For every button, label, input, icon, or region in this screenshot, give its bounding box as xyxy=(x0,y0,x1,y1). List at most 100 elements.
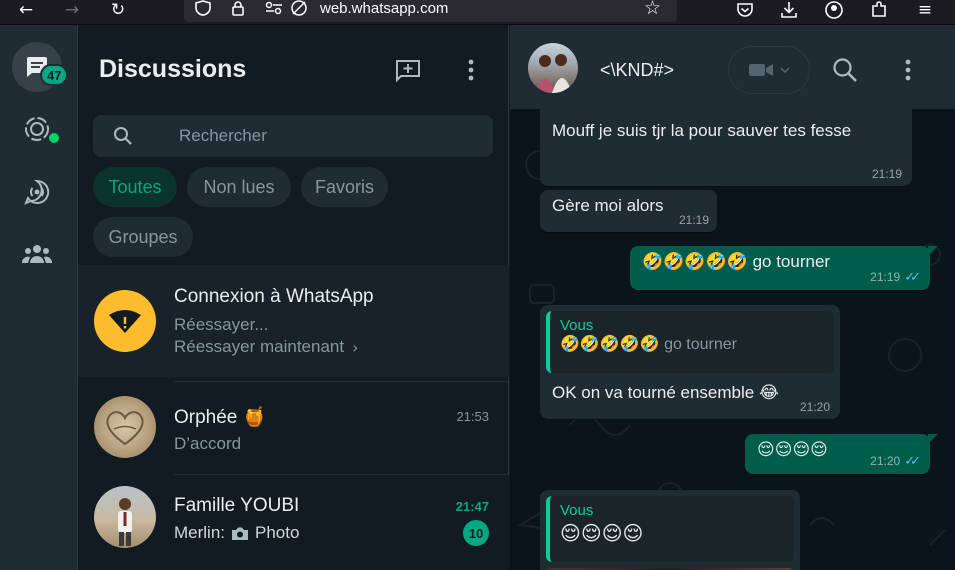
conversation-header[interactable]: <\KND#> xyxy=(510,25,955,109)
retry-link[interactable]: Réessayer maintenant › xyxy=(174,337,359,357)
permissions-icon[interactable] xyxy=(264,0,284,16)
tracking-blocked-icon[interactable] xyxy=(290,0,308,17)
kebab-menu-icon xyxy=(905,59,911,81)
new-status-dot xyxy=(49,133,59,143)
quoted-message[interactable]: Vous 😌😌😌😌 xyxy=(546,496,794,562)
camera-icon xyxy=(232,527,249,540)
extensions-icon[interactable] xyxy=(869,0,889,20)
chat-list-item-orphee[interactable]: Orphée 🍯 21:53 D’accord xyxy=(78,382,509,474)
reload-icon[interactable]: ↻ xyxy=(106,0,130,20)
message-meta: 21:19 xyxy=(678,213,709,227)
connection-title: Connexion à WhatsApp xyxy=(174,286,374,307)
preview-text: Photo xyxy=(255,523,300,542)
heart-sketch-image xyxy=(106,411,144,446)
read-receipt-icon: ✓✓ xyxy=(904,269,921,284)
message-text: go tourner xyxy=(752,252,831,271)
chat-preview: D’accord xyxy=(174,434,242,453)
quoted-emoji: 😌😌😌😌 xyxy=(560,521,644,545)
channels-icon xyxy=(24,179,50,205)
preview-sender: Merlin: xyxy=(174,523,226,542)
bubble-tail xyxy=(928,434,938,444)
message-bubble[interactable]: Gère moi alors 21:19 xyxy=(540,190,717,232)
message-meta: 21:19 xyxy=(871,167,902,181)
browser-toolbar: ← → ↻ web.whatsapp.com ☆ ≡ xyxy=(0,0,955,25)
contact-avatar[interactable] xyxy=(528,43,578,93)
bubble-tail xyxy=(928,246,938,256)
quoted-message[interactable]: Vous 🤣🤣🤣🤣🤣 go tourner xyxy=(546,311,834,373)
contact-name[interactable]: <\KND#> xyxy=(600,60,674,81)
filter-favorites[interactable]: Favoris xyxy=(301,167,388,207)
address-bar[interactable]: web.whatsapp.com ☆ xyxy=(184,0,677,22)
chat-list-item-famille-youbi[interactable]: Famille YOUBI 21:47 Merlin: Photo 10 xyxy=(78,475,509,570)
message-text: Gère moi alors xyxy=(552,196,664,215)
message-meta: 21:19 ✓✓ xyxy=(870,269,921,285)
quoted-author: Vous xyxy=(560,317,594,334)
list-menu-button[interactable] xyxy=(456,55,486,85)
communities-icon xyxy=(22,245,52,263)
conversation-menu-button[interactable] xyxy=(898,57,918,83)
search-input[interactable] xyxy=(179,125,459,147)
new-chat-icon xyxy=(396,60,420,82)
downloads-icon[interactable] xyxy=(779,0,799,20)
url-text: web.whatsapp.com xyxy=(320,0,449,17)
chat-list-panel: Discussions Toutes Non lues Favoris Grou… xyxy=(78,25,509,570)
read-receipt-icon: ✓✓ xyxy=(904,453,921,468)
communities-nav-button[interactable] xyxy=(12,229,62,279)
chat-preview: Merlin: Photo xyxy=(174,523,299,543)
lock-icon xyxy=(232,1,244,16)
message-text: Mouff je suis tjr la pour sauver tes fes… xyxy=(552,121,852,140)
search-icon xyxy=(114,127,132,145)
person-photo-image xyxy=(118,498,132,546)
search-in-chat-icon[interactable] xyxy=(832,57,858,83)
back-arrow-icon[interactable]: ← xyxy=(14,0,38,20)
video-camera-icon xyxy=(749,64,773,76)
connection-banner[interactable]: Connexion à WhatsApp Réessayer... Réessa… xyxy=(78,265,509,377)
account-icon[interactable] xyxy=(824,0,844,20)
new-chat-button[interactable] xyxy=(393,55,423,85)
filter-all[interactable]: Toutes xyxy=(93,167,177,207)
conversation-panel: <\KND#> Mouff je suis tjr la pour sauver… xyxy=(510,25,955,570)
no-connection-icon xyxy=(109,310,141,333)
status-icon xyxy=(25,117,49,141)
channels-nav-button[interactable] xyxy=(12,167,62,217)
bookmark-star-icon[interactable]: ☆ xyxy=(644,0,661,19)
quoted-text: 🤣🤣🤣🤣🤣 go tourner xyxy=(560,334,737,353)
shield-icon xyxy=(195,0,211,16)
hamburger-menu-icon[interactable]: ≡ xyxy=(914,0,936,20)
chevron-right-icon: › xyxy=(352,337,359,357)
message-bubble[interactable]: 🤣🤣🤣🤣🤣 go tourner 21:19 ✓✓ xyxy=(630,246,938,290)
group-photo-image xyxy=(534,54,572,93)
retry-link-label: Réessayer maintenant xyxy=(174,337,345,356)
search-box[interactable] xyxy=(93,115,493,157)
filter-unread[interactable]: Non lues xyxy=(187,167,291,207)
page-title: Discussions xyxy=(99,55,247,83)
forward-arrow-icon[interactable]: → xyxy=(60,0,84,20)
message-bubble[interactable]: Vous 😌😌😌😌 xyxy=(540,490,800,570)
chat-time: 21:53 xyxy=(456,409,489,424)
message-list: Mouff je suis tjr la pour sauver tes fes… xyxy=(510,79,955,570)
message-bubble[interactable]: Vous 🤣🤣🤣🤣🤣 go tourner OK on va tourné en… xyxy=(540,305,840,419)
status-nav-button[interactable] xyxy=(12,104,62,154)
video-call-button[interactable] xyxy=(728,46,810,94)
message-text: OK on va tourné ensemble 😂 xyxy=(552,383,779,403)
unread-count-badge: 10 xyxy=(463,520,489,546)
filter-groups[interactable]: Groupes xyxy=(93,217,193,257)
connection-warning-avatar xyxy=(94,290,156,352)
chat-name: Famille YOUBI xyxy=(174,495,300,516)
chat-name: Orphée 🍯 xyxy=(174,406,267,428)
message-emoji: 🤣🤣🤣🤣🤣 xyxy=(642,252,748,272)
message-meta: 21:20 xyxy=(799,400,830,414)
chevron-down-icon xyxy=(780,67,790,73)
chat-time: 21:47 xyxy=(455,499,489,514)
pocket-icon[interactable] xyxy=(735,0,755,20)
avatar xyxy=(94,396,156,458)
message-emoji: 😌😌😌😌 xyxy=(757,440,828,460)
avatar xyxy=(94,486,156,548)
kebab-menu-icon xyxy=(468,59,474,81)
chats-unread-badge: 47 xyxy=(40,64,69,86)
message-bubble[interactable]: 😌😌😌😌 21:20 ✓✓ xyxy=(745,434,938,474)
quoted-author: Vous xyxy=(560,502,594,519)
connection-status: Réessayer... xyxy=(174,315,269,334)
honey-pot-emoji: 🍯 xyxy=(242,406,267,428)
message-meta: 21:20 ✓✓ xyxy=(870,453,921,469)
